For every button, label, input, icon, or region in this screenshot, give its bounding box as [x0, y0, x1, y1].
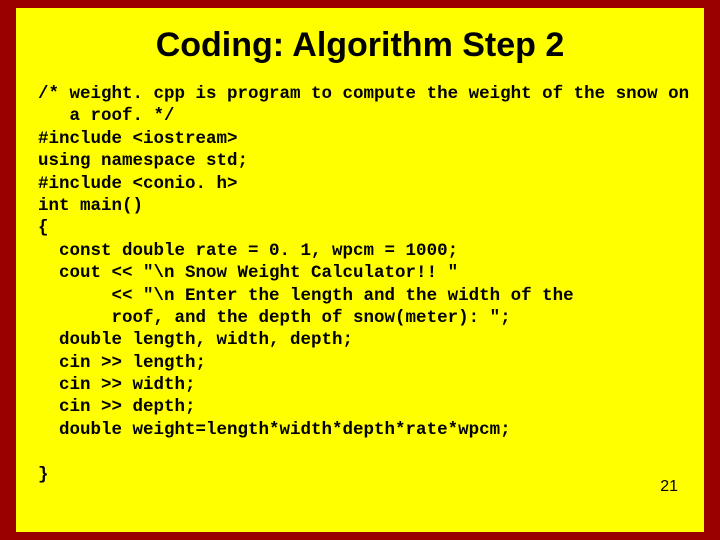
- code-block: /* weight. cpp is program to compute the…: [38, 83, 682, 486]
- slide-title: Coding: Algorithm Step 2: [38, 26, 682, 65]
- slide: Coding: Algorithm Step 2 /* weight. cpp …: [16, 8, 704, 532]
- page-number: 21: [660, 478, 678, 496]
